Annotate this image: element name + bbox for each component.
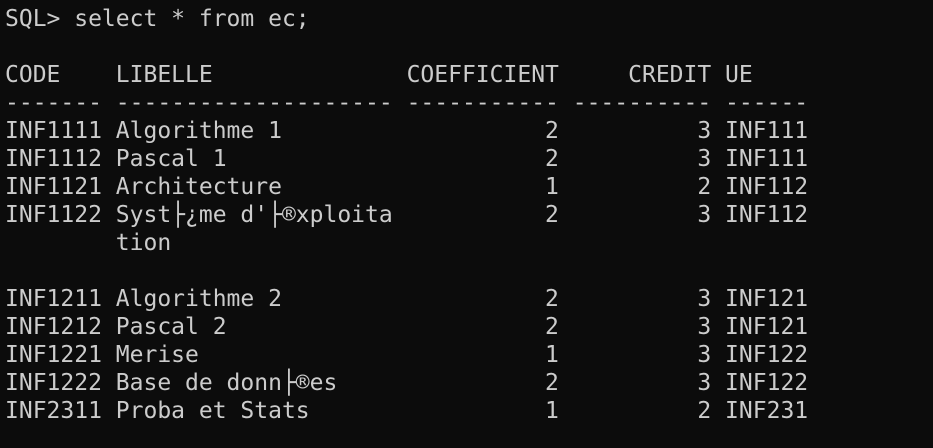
- result-row: INF1122 Syst├¿me d'├®xploita 2 3 INF112: [5, 202, 809, 228]
- result-row: INF1212 Pascal 2 2 3 INF121: [5, 314, 809, 340]
- column-header-line: CODE LIBELLE COEFFICIENT CREDIT UE: [5, 62, 753, 88]
- result-row: INF1222 Base de donn├®es 2 3 INF122: [5, 370, 809, 396]
- prompt-line: SQL> select * from ec;: [5, 6, 310, 32]
- result-row: INF1221 Merise 1 3 INF122: [5, 342, 809, 368]
- result-row: INF1211 Algorithme 2 2 3 INF121: [5, 286, 809, 312]
- result-row: INF1112 Pascal 1 2 3 INF111: [5, 146, 809, 172]
- result-row-continuation: tion: [5, 230, 172, 256]
- separator-line: ------- -------------------- -----------…: [5, 90, 809, 116]
- terminal-window[interactable]: SQL> select * from ec; CODE LIBELLE COEF…: [0, 0, 933, 448]
- result-row: INF1121 Architecture 1 2 INF112: [5, 174, 809, 200]
- result-row: INF1111 Algorithme 1 2 3 INF111: [5, 118, 809, 144]
- result-row: INF2311 Proba et Stats 1 2 INF231: [5, 398, 809, 424]
